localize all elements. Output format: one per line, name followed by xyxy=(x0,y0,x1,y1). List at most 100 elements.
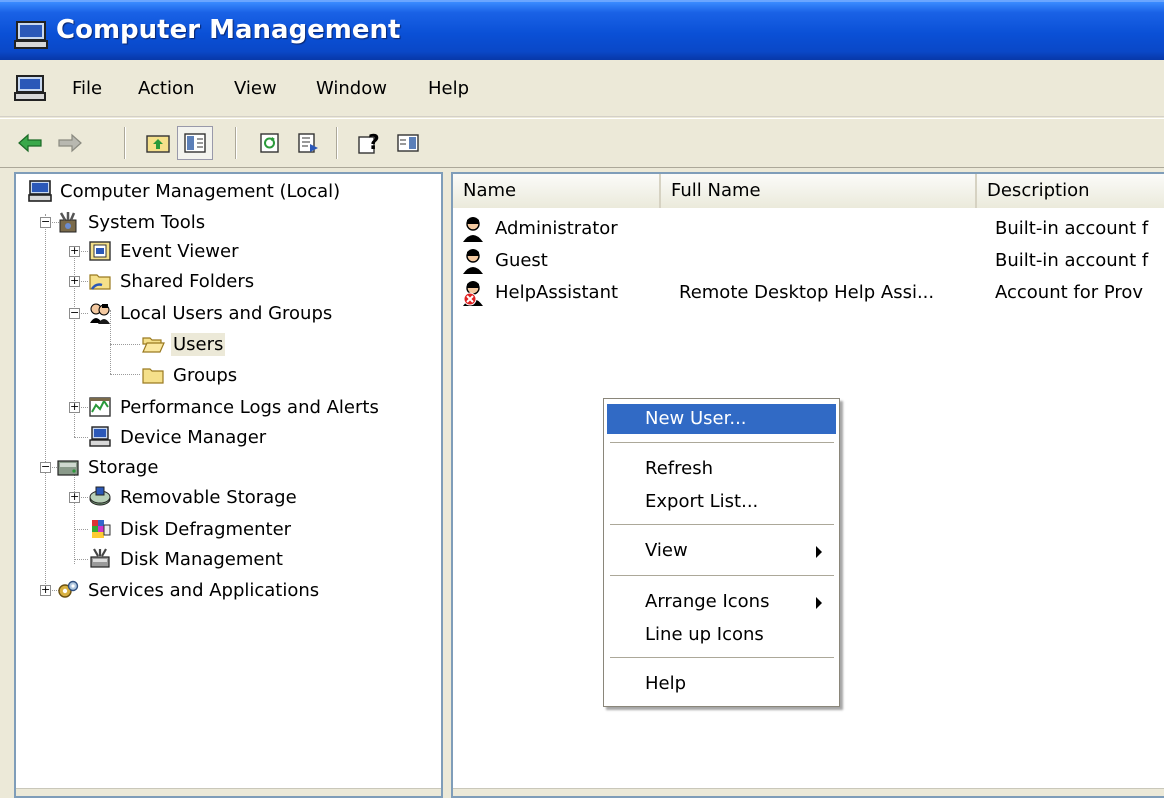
show-hide-console-tree-button[interactable] xyxy=(177,126,213,160)
submenu-arrow-icon xyxy=(816,597,822,609)
expand-toggle-removable-storage[interactable]: + xyxy=(69,491,80,503)
tree-item-removable-storage[interactable]: Removable Storage xyxy=(88,482,299,512)
cell-description: Account for Prov xyxy=(995,282,1144,303)
tree-item-storage[interactable]: Storage xyxy=(56,452,160,482)
tree-label-local-users-groups: Local Users and Groups xyxy=(120,302,333,324)
column-header-full-name[interactable]: Full Name xyxy=(661,174,977,208)
user-icon xyxy=(463,249,483,274)
tree-label-services-applications: Services and Applications xyxy=(88,579,320,601)
tree-label-root: Computer Management (Local) xyxy=(60,180,341,202)
context-item-view[interactable]: View xyxy=(607,536,836,566)
menu-window[interactable]: Window xyxy=(316,78,387,99)
forward-icon xyxy=(58,133,82,153)
list-row-guest[interactable]: Guest Built-in account f xyxy=(461,246,1161,276)
computer-icon xyxy=(28,180,52,202)
device-manager-icon xyxy=(89,426,111,447)
menu-file[interactable]: File xyxy=(72,78,102,99)
up-folder-icon xyxy=(146,135,170,153)
tree-item-groups[interactable]: Groups xyxy=(141,360,239,390)
expand-toggle-shared-folders[interactable]: + xyxy=(69,275,80,287)
list-horizontal-scrollbar[interactable] xyxy=(453,788,1164,796)
tree-label-event-viewer: Event Viewer xyxy=(120,240,239,262)
computer-management-window: Computer Management File Action View Win… xyxy=(0,0,1164,798)
storage-icon xyxy=(57,460,79,476)
tree-label-system-tools: System Tools xyxy=(88,211,206,233)
open-folder-icon xyxy=(142,337,165,353)
expand-toggle-services[interactable]: + xyxy=(40,584,51,596)
menu-view[interactable]: View xyxy=(234,78,277,99)
pane-splitter[interactable] xyxy=(443,172,451,798)
system-menu-icon[interactable] xyxy=(14,75,46,102)
menu-bar: File Action View Window Help xyxy=(0,60,1164,117)
tree-item-users[interactable]: Users xyxy=(141,329,226,359)
tree-item-disk-defragmenter[interactable]: Disk Defragmenter xyxy=(88,514,293,544)
column-header-description[interactable]: Description xyxy=(977,174,1164,208)
computer-management-icon xyxy=(14,21,48,49)
tree-label-removable-storage: Removable Storage xyxy=(120,486,297,508)
tree-item-system-tools[interactable]: System Tools xyxy=(56,207,207,237)
menu-action[interactable]: Action xyxy=(138,78,194,99)
tree-item-shared-folders[interactable]: Shared Folders xyxy=(88,266,256,296)
column-header-name[interactable]: Name xyxy=(453,174,661,208)
context-item-view-label: View xyxy=(645,540,688,561)
expand-toggle-perf-logs[interactable]: + xyxy=(69,401,80,413)
collapse-toggle-local-users[interactable]: − xyxy=(69,307,80,319)
disabled-user-icon xyxy=(463,281,483,306)
context-item-arrange-icons-label: Arrange Icons xyxy=(645,591,770,612)
back-button[interactable] xyxy=(12,126,48,160)
cell-name: HelpAssistant xyxy=(495,282,619,303)
folder-icon xyxy=(142,368,164,384)
help-icon: ? xyxy=(358,131,380,154)
context-item-new-user[interactable]: New User... xyxy=(607,404,836,434)
collapse-toggle-storage[interactable]: − xyxy=(40,461,51,473)
menu-help[interactable]: Help xyxy=(428,78,469,99)
tree-item-disk-management[interactable]: Disk Management xyxy=(88,544,285,574)
removable-storage-icon xyxy=(89,486,111,506)
list-row-helpassistant[interactable]: HelpAssistant Remote Desktop Help Assi..… xyxy=(461,278,1161,308)
cell-description: Built-in account f xyxy=(995,218,1149,239)
tree-label-disk-management: Disk Management xyxy=(120,548,283,570)
tree-item-local-users-groups[interactable]: Local Users and Groups xyxy=(88,298,334,328)
tree-label-groups: Groups xyxy=(173,364,238,386)
tree-item-services-applications[interactable]: Services and Applications xyxy=(56,575,321,605)
show-hide-tree-icon xyxy=(184,133,206,153)
show-hide-action-pane-button[interactable] xyxy=(390,126,426,160)
system-tools-icon xyxy=(59,212,77,233)
forward-button[interactable] xyxy=(52,126,88,160)
title-bar[interactable]: Computer Management xyxy=(0,0,1164,60)
help-button[interactable]: ? xyxy=(352,126,388,160)
tree-item-event-viewer[interactable]: Event Viewer xyxy=(88,236,240,266)
list-row-administrator[interactable]: Administrator Built-in account f xyxy=(461,214,1161,244)
context-item-refresh[interactable]: Refresh xyxy=(607,454,836,484)
up-one-level-button[interactable] xyxy=(140,126,176,160)
cell-name: Guest xyxy=(495,250,548,271)
tree-label-shared-folders: Shared Folders xyxy=(120,270,255,292)
user-icon xyxy=(463,217,483,242)
context-menu: New User... Refresh Export List... View … xyxy=(603,398,840,707)
performance-logs-icon xyxy=(89,397,111,417)
context-item-export-list[interactable]: Export List... xyxy=(607,487,836,517)
tree-label-device-manager: Device Manager xyxy=(120,426,267,448)
tree-item-device-manager[interactable]: Device Manager xyxy=(88,422,268,452)
collapse-toggle-system-tools[interactable]: − xyxy=(40,216,51,228)
context-item-line-up-icons[interactable]: Line up Icons xyxy=(607,620,836,650)
cell-description: Built-in account f xyxy=(995,250,1149,271)
back-icon xyxy=(18,133,42,153)
expand-toggle-event-viewer[interactable]: + xyxy=(69,245,80,257)
tree-horizontal-scrollbar[interactable] xyxy=(16,788,441,796)
action-pane-icon xyxy=(397,134,419,152)
context-item-help[interactable]: Help xyxy=(607,669,836,699)
export-list-icon xyxy=(298,133,318,153)
cell-name: Administrator xyxy=(495,218,618,239)
context-item-arrange-icons[interactable]: Arrange Icons xyxy=(607,587,836,617)
export-list-button[interactable] xyxy=(290,126,326,160)
refresh-button[interactable] xyxy=(252,126,288,160)
cell-full-name: Remote Desktop Help Assi... xyxy=(679,282,935,303)
shared-folder-icon xyxy=(89,274,111,290)
window-title: Computer Management xyxy=(56,15,401,45)
tree-item-root[interactable]: Computer Management (Local) xyxy=(28,176,342,206)
tree-label-users: Users xyxy=(171,332,226,356)
tree-item-perf-logs[interactable]: Performance Logs and Alerts xyxy=(88,392,381,422)
services-applications-icon xyxy=(58,580,79,598)
console-tree[interactable]: − + + − + − + + Computer Management (Loc… xyxy=(14,172,443,798)
